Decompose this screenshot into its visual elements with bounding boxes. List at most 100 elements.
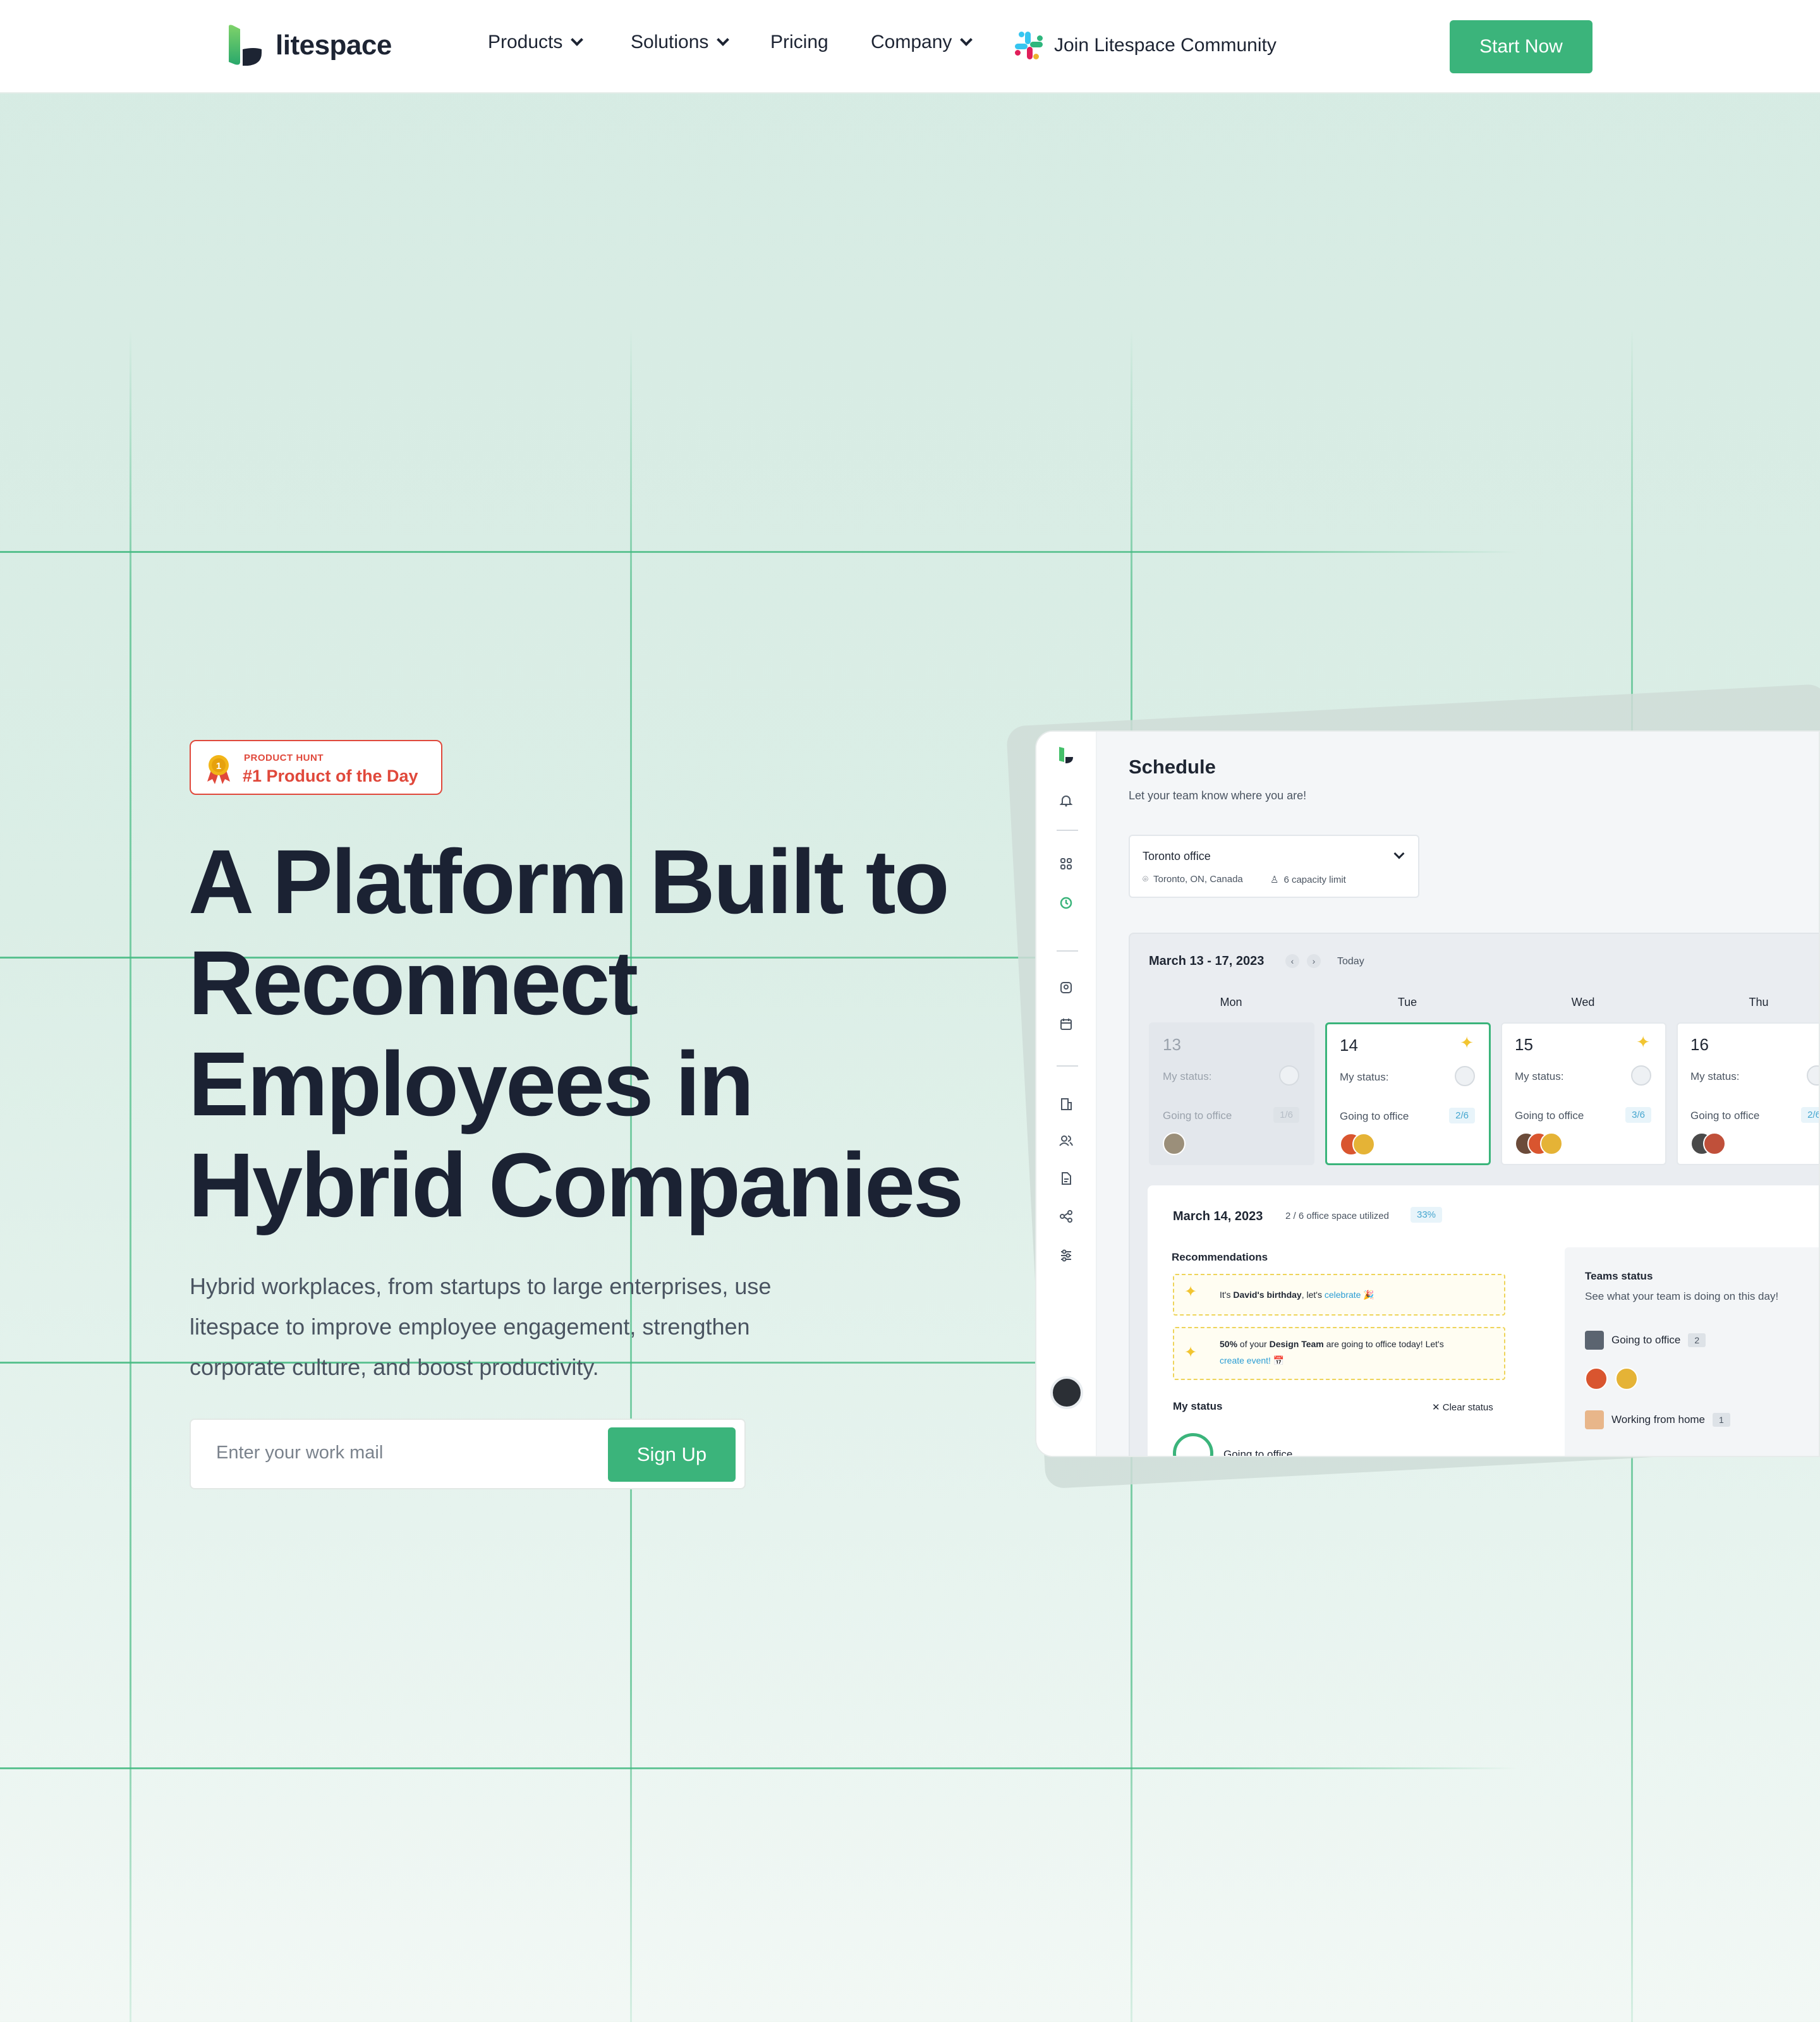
celebrate-link[interactable]: celebrate: [1325, 1290, 1361, 1300]
nav-company[interactable]: Company: [871, 32, 973, 53]
team-status-row: Going to office 2: [1585, 1331, 1706, 1350]
office-status-icon: [1455, 1066, 1475, 1086]
day-going-label: Going to office: [1515, 1110, 1584, 1122]
hero-description: Hybrid workplaces, from startups to larg…: [190, 1266, 847, 1388]
sign-up-button[interactable]: Sign Up: [608, 1427, 736, 1482]
day-number: 13: [1163, 1035, 1181, 1054]
headline-line: Reconnect: [188, 932, 638, 1034]
desk-icon[interactable]: [1058, 979, 1074, 996]
office-name: Toronto office: [1143, 850, 1211, 863]
nav-pricing[interactable]: Pricing: [770, 32, 828, 53]
brand-name: litespace: [276, 30, 392, 61]
today-button[interactable]: Today: [1337, 956, 1364, 967]
day-card-tue[interactable]: 14 ✦ My status: Going to office 2/6: [1325, 1022, 1491, 1165]
description-line: litespace to improve employee engagement…: [190, 1314, 750, 1340]
recommendations-title: Recommendations: [1172, 1251, 1268, 1263]
avatar: [1585, 1367, 1608, 1390]
signup-form: Sign Up: [190, 1419, 746, 1489]
start-now-button[interactable]: Start Now: [1450, 20, 1592, 73]
document-icon[interactable]: [1058, 1170, 1074, 1187]
next-week-button[interactable]: ›: [1307, 954, 1321, 968]
day-card-mon[interactable]: 13 My status: Going to office 1/6: [1149, 1022, 1314, 1165]
teams-status-title: Teams status: [1585, 1270, 1653, 1282]
create-event-link[interactable]: create event!: [1220, 1355, 1271, 1365]
day-detail-panel: March 14, 2023 2 / 6 office space utiliz…: [1148, 1185, 1819, 1457]
product-hunt-badge[interactable]: 1 PRODUCT HUNT #1 Product of the Day: [190, 740, 442, 795]
avatar: [1352, 1133, 1375, 1156]
work-email-input[interactable]: [216, 1443, 570, 1463]
slack-icon: [1014, 30, 1044, 61]
office-status-option[interactable]: [1173, 1433, 1213, 1456]
building-icon[interactable]: [1058, 1096, 1074, 1112]
day-count: 1/6: [1273, 1107, 1299, 1123]
schedule-subtitle: Let your team know where you are!: [1129, 789, 1307, 802]
location-pin-icon: ⌾: [1143, 874, 1149, 885]
litespace-logo-icon: [226, 24, 264, 67]
nav-solutions-label: Solutions: [631, 32, 709, 52]
team-status-label: Working from home: [1611, 1414, 1706, 1426]
hero-headline: A Platform Built to Reconnect Employees …: [188, 832, 1010, 1236]
teams-status-subtitle: See what your team is doing on this day!: [1585, 1290, 1779, 1302]
nav-solutions[interactable]: Solutions: [631, 32, 730, 53]
office-utilization: 2 / 6 office space utilized: [1285, 1211, 1389, 1221]
grid-line-vertical: [130, 329, 131, 2022]
rec-bold: 50%: [1220, 1339, 1238, 1349]
sparkle-icon: ✦: [1184, 1283, 1198, 1300]
description-line: Hybrid workplaces, from startups to larg…: [190, 1273, 772, 1299]
detail-date: March 14, 2023: [1173, 1209, 1263, 1223]
clear-status-button[interactable]: ✕ Clear status: [1432, 1401, 1493, 1413]
office-building-icon: [1585, 1331, 1604, 1350]
brand-logo[interactable]: litespace: [226, 24, 392, 67]
day-number: 14: [1340, 1036, 1358, 1055]
recommendation-card: ✦ It's David's birthday, let's celebrate…: [1173, 1274, 1505, 1316]
badge-label-small: PRODUCT HUNT: [244, 753, 324, 763]
svg-text:1: 1: [216, 761, 221, 772]
teams-status-panel: Teams status See what your team is doing…: [1565, 1247, 1819, 1456]
day-header-thu: Thu: [1749, 996, 1769, 1008]
day-status-label: My status:: [1690, 1070, 1740, 1082]
user-avatar[interactable]: [1050, 1376, 1083, 1409]
office-location: ⌾ Toronto, ON, Canada: [1143, 874, 1243, 885]
day-status-label: My status:: [1515, 1070, 1564, 1082]
prev-week-button[interactable]: ‹: [1285, 954, 1299, 968]
sidebar-divider: [1057, 1065, 1078, 1067]
bell-icon[interactable]: [1058, 792, 1074, 809]
app-logo-icon: [1058, 747, 1074, 763]
day-number: 16: [1690, 1035, 1709, 1054]
day-card-wed[interactable]: 15 ✦ My status: Going to office 3/6: [1501, 1022, 1666, 1165]
sparkle-icon: ✦: [1460, 1033, 1474, 1052]
day-card-thu[interactable]: 16 My status: Going to office 2/6: [1677, 1022, 1819, 1165]
headline-line: Hybrid Companies: [188, 1134, 964, 1236]
my-status-value: Going to office: [1223, 1448, 1293, 1457]
nav-community-link[interactable]: Join Litespace Community: [1014, 30, 1277, 61]
dashboard-icon[interactable]: [1058, 856, 1074, 872]
sidebar-divider: [1057, 830, 1078, 831]
calendar-icon[interactable]: [1058, 1016, 1074, 1032]
rec-bold: Design Team: [1269, 1339, 1324, 1349]
team-status-row: Working from home 1: [1585, 1410, 1730, 1429]
grid-line-horizontal: [0, 1767, 1517, 1769]
home-status-icon: [1279, 1065, 1299, 1086]
day-going-label: Going to office: [1340, 1110, 1409, 1122]
office-selector[interactable]: Toronto office ⌾ Toronto, ON, Canada ♙ 6…: [1129, 835, 1419, 898]
community-label: Join Litespace Community: [1054, 35, 1277, 56]
app-main-panel: Schedule Let your team know where you ar…: [1097, 732, 1819, 1457]
users-icon[interactable]: [1058, 1132, 1074, 1149]
nav-products[interactable]: Products: [488, 32, 584, 53]
recommendation-card: ✦ 50% of your Design Team are going to o…: [1173, 1327, 1505, 1380]
avatar: [1615, 1367, 1638, 1390]
share-icon[interactable]: [1058, 1208, 1074, 1225]
clock-icon[interactable]: [1058, 895, 1074, 911]
sparkle-icon: ✦: [1184, 1344, 1198, 1361]
description-line: corporate culture, and boost productivit…: [190, 1354, 599, 1380]
chevron-down-icon: [1393, 848, 1405, 859]
settings-sliders-icon[interactable]: [1058, 1247, 1074, 1264]
day-header-tue: Tue: [1397, 996, 1417, 1008]
avatar: [1163, 1132, 1186, 1155]
day-number: 15: [1515, 1035, 1533, 1054]
office-status-icon: [1631, 1065, 1651, 1086]
day-going-label: Going to office: [1163, 1110, 1232, 1122]
nav-products-label: Products: [488, 32, 563, 52]
badge-label-main: #1 Product of the Day: [243, 766, 418, 785]
rec-text: , let's: [1301, 1290, 1325, 1300]
